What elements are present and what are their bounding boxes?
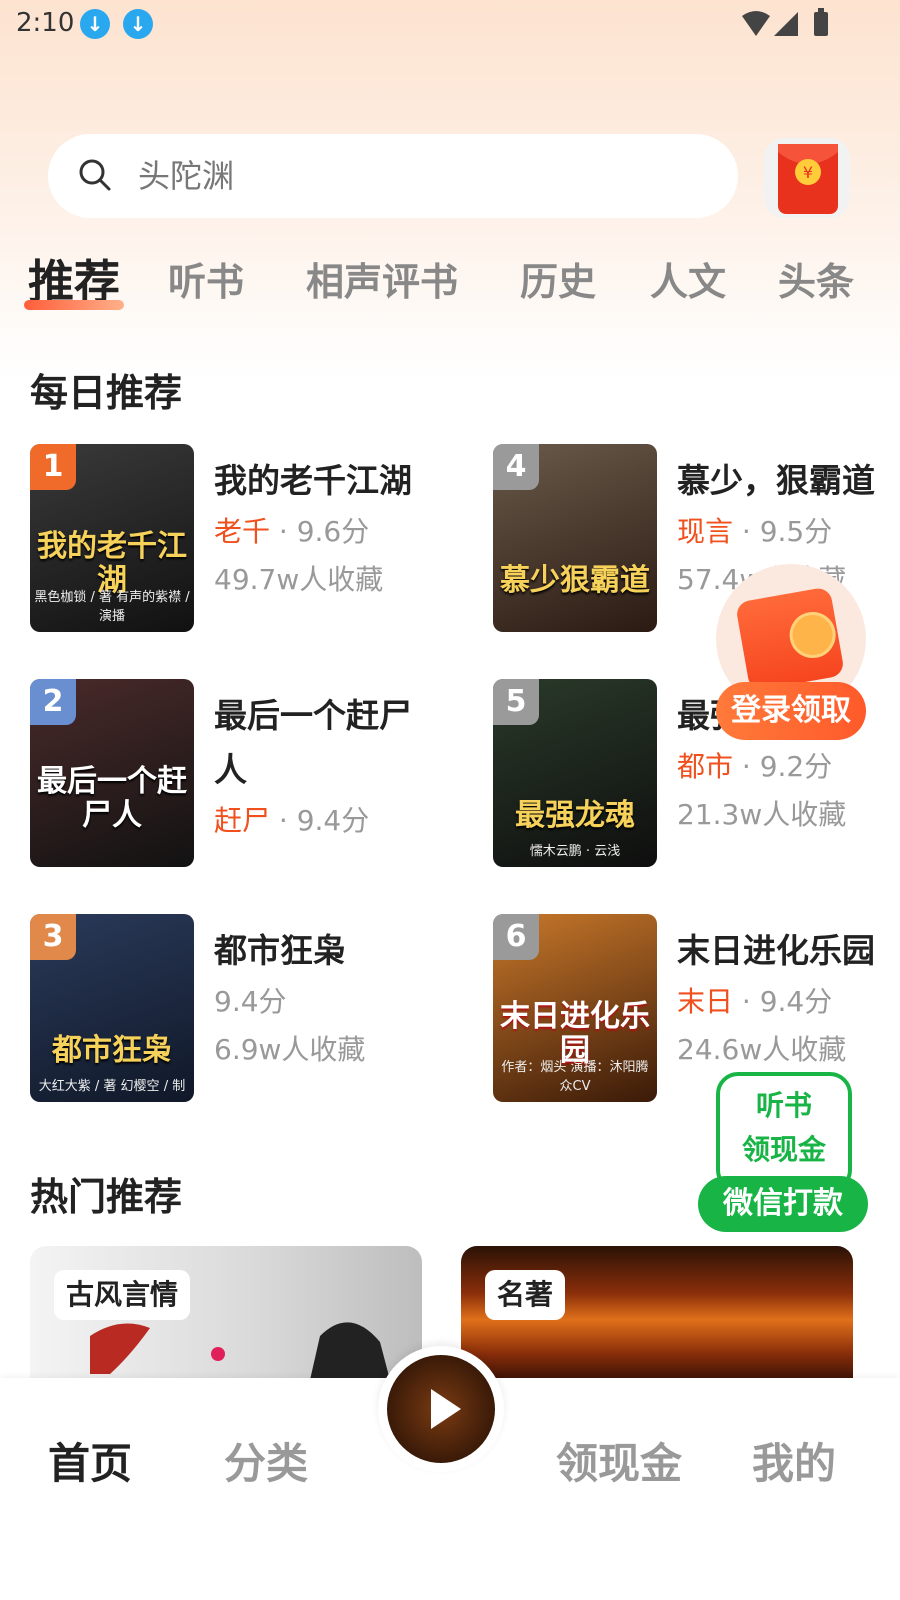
book-tag: 都市 [677, 750, 734, 783]
nav-category[interactable]: 分类 [224, 1430, 308, 1491]
rank-badge: 3 [30, 914, 76, 960]
hot-card-artwork [90, 1322, 390, 1380]
book-favorites: 24.6w人收藏 [677, 1033, 847, 1066]
cover-title: 都市狂枭 [52, 1033, 172, 1068]
book-meta: 现言 · 9.5分 [677, 515, 833, 548]
wechat-payout-button[interactable]: 微信打款 [698, 1176, 868, 1232]
search-icon [79, 159, 111, 191]
cover-credits: 懦木云鹏 · 云浅 [529, 844, 621, 859]
book-cover: 3 都市狂枭 大红大紫 / 著 幻樱空 / 制 [30, 914, 194, 1102]
album-disc [387, 1355, 495, 1463]
nav-mine[interactable]: 我的 [752, 1430, 836, 1491]
book-cover: 1 我的老千江湖 黑色枷锁 / 著 有声的紫襟 / 演播 [30, 444, 194, 632]
book-card[interactable]: 2 最后一个赶尸人 最后一个赶尸人 赶尸 · 9.4分 [30, 679, 460, 909]
login-reward-label: 登录领取 [716, 682, 866, 740]
section-title-daily: 每日推荐 [30, 371, 183, 415]
book-title: 末日进化乐园 [677, 931, 875, 970]
book-card[interactable]: 3 都市狂枭 大红大紫 / 著 幻樱空 / 制 都市狂枭 9.4分 6.9w人收… [30, 914, 460, 1114]
book-meta: 赶尸 · 9.4分 [214, 804, 370, 837]
tab-crosstalk[interactable]: 相声评书 [306, 254, 458, 310]
category-tabs: 推荐 听书 相声评书 历史 人文 头条 [0, 254, 900, 324]
listen-earn-box: 听书 领现金 [716, 1072, 852, 1192]
search-placeholder: 头陀渊 [138, 157, 235, 195]
book-tag: 现言 [677, 515, 734, 548]
coin-icon [786, 608, 840, 662]
tab-audiobook[interactable]: 听书 [168, 254, 244, 310]
book-score: 9.4分 [296, 804, 370, 837]
play-icon [431, 1389, 461, 1429]
red-envelope-icon: ¥ [778, 144, 838, 214]
listen-earn-widget[interactable]: 听书 领现金 微信打款 [698, 1072, 868, 1232]
book-tag: 赶尸 [214, 804, 271, 837]
cover-credits: 大红大紫 / 著 幻樱空 / 制 [38, 1079, 186, 1094]
book-cover: 6 末日进化乐园 作者：烟头 演播：沐阳腾众CV [493, 914, 657, 1102]
book-score: 9.5分 [759, 515, 833, 548]
book-card[interactable]: 1 我的老千江湖 黑色枷锁 / 著 有声的紫襟 / 演播 我的老千江湖 老千 ·… [30, 444, 460, 644]
status-bar: 2:10 [0, 0, 900, 48]
cover-title: 最强龙魂 [515, 798, 635, 833]
book-tag: 末日 [677, 985, 734, 1018]
book-title: 我的老千江湖 [214, 461, 412, 500]
nav-earn-cash[interactable]: 领现金 [556, 1430, 682, 1491]
nav-home[interactable]: 首页 [48, 1430, 132, 1491]
rank-badge: 1 [30, 444, 76, 490]
book-meta: 末日 · 9.4分 [677, 985, 833, 1018]
book-title: 都市狂枭 [214, 931, 346, 970]
book-favorites: 6.9w人收藏 [214, 1033, 366, 1066]
red-envelope-icon [734, 586, 846, 692]
listen-earn-line1: 听书 [755, 1089, 812, 1122]
book-meta: 9.4分 [214, 980, 287, 1020]
hot-card[interactable]: 古风言情 [30, 1246, 422, 1380]
signal-battery-icons [742, 8, 828, 36]
tab-headlines[interactable]: 头条 [778, 254, 854, 310]
book-title: 最后一个赶尸人 [214, 696, 412, 789]
book-cover: 5 最强龙魂 懦木云鹏 · 云浅 [493, 679, 657, 867]
book-meta: 都市 · 9.2分 [677, 750, 833, 783]
rank-badge: 5 [493, 679, 539, 725]
book-title: 慕少，狠霸道 [677, 461, 875, 500]
book-score: 9.6分 [296, 515, 370, 548]
rank-badge: 6 [493, 914, 539, 960]
svg-text:¥: ¥ [803, 163, 813, 182]
book-favorites: 21.3w人收藏 [677, 798, 847, 831]
book-cover: 2 最后一个赶尸人 [30, 679, 194, 867]
download-icon [80, 9, 110, 39]
download-icon [123, 9, 153, 39]
book-meta: 老千 · 9.6分 [214, 515, 370, 548]
rank-badge: 4 [493, 444, 539, 490]
listen-earn-line2: 领现金 [741, 1133, 826, 1166]
cover-credits: 黑色枷锁 / 著 有声的紫襟 / 演播 [34, 590, 190, 624]
book-tag: 老千 [214, 515, 271, 548]
book-score: 9.4分 [759, 985, 833, 1018]
book-score: 9.4分 [214, 985, 287, 1018]
tab-humanities[interactable]: 人文 [650, 254, 726, 310]
cover-title: 最后一个赶尸人 [37, 764, 187, 833]
login-reward-float[interactable]: 登录领取 [716, 564, 866, 744]
rank-badge: 2 [30, 679, 76, 725]
player-button[interactable] [378, 1346, 504, 1472]
tab-history[interactable]: 历史 [520, 254, 596, 310]
red-packet-button[interactable]: ¥ [764, 138, 850, 218]
cover-credits: 作者：烟头 演播：沐阳腾众CV [501, 1060, 649, 1094]
search-input[interactable]: 头陀渊 [48, 134, 738, 218]
book-favorites: 49.7w人收藏 [214, 563, 384, 596]
status-time: 2:10 [16, 8, 75, 38]
section-title-hot: 热门推荐 [30, 1175, 183, 1219]
active-tab-indicator [24, 300, 124, 310]
hot-card[interactable]: 名著 [461, 1246, 853, 1380]
book-score: 9.2分 [759, 750, 833, 783]
book-cover: 4 慕少狠霸道 [493, 444, 657, 632]
cover-title: 慕少狠霸道 [500, 563, 650, 598]
hot-card-tag: 名著 [485, 1270, 566, 1320]
